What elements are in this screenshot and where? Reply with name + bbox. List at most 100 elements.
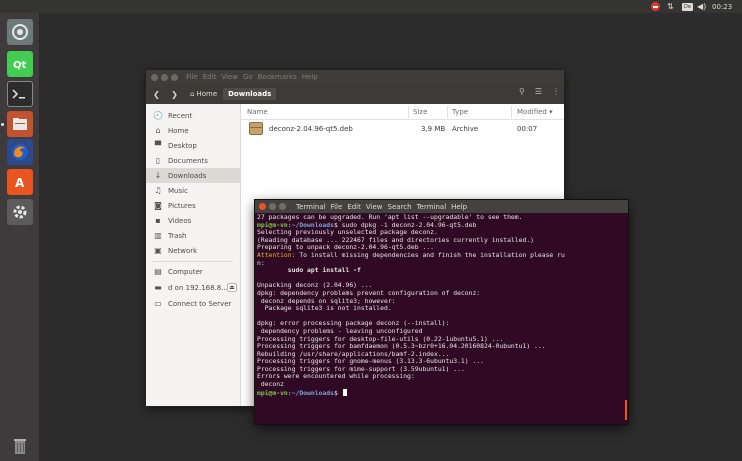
column-header-size[interactable]: Size [413,108,427,116]
column-header-modified[interactable]: Modified ▾ [517,108,553,116]
document-icon: ▯ [155,156,161,165]
terminal-output[interactable]: 27 packages can be upgraded. Run 'apt li… [257,214,626,423]
sidebar-item-downloads[interactable]: ↓ Downloads [146,168,240,183]
software-center-launcher-icon[interactable]: A [7,169,33,195]
files-titlebar[interactable]: File Edit View Go Bookmarks Help [146,70,564,84]
column-header-name[interactable]: Name [247,108,268,116]
volume-icon[interactable]: ◀) [697,1,706,12]
menu-file[interactable]: File [331,203,343,211]
minimize-button[interactable] [269,203,276,210]
toolbar-actions: ⚲ ☰ ⋮ [519,87,560,96]
clock[interactable]: 00:23 [712,1,732,12]
qt-creator-launcher-icon[interactable]: Qt [7,51,33,77]
menu-view[interactable]: View [366,203,383,211]
menu-edit[interactable]: Edit [203,73,217,81]
path-button-downloads[interactable]: Downloads [223,88,277,100]
file-name: deconz-2.04.96-qt5.deb [269,125,353,133]
terminal-scrollbar[interactable] [625,400,627,420]
column-headers: Name Size Type Modified ▾ [241,104,564,120]
sidebar-item-network[interactable]: ▣ Network [146,243,240,258]
terminal-launcher-icon[interactable] [7,81,33,107]
top-panel: ⇅ De ◀) 00:23 [0,0,742,13]
menu-bookmarks[interactable]: Bookmarks [258,73,297,81]
menu-terminal[interactable]: Terminal [417,203,447,211]
menu-view[interactable]: View [221,73,238,81]
trash-icon: ▥ [154,231,162,240]
sidebar-item-music[interactable]: ♫ Music [146,183,240,198]
video-icon: ▪ [155,216,161,225]
menu-help[interactable]: Help [451,203,467,211]
close-button[interactable] [259,203,266,210]
home-icon: ⌂ [190,90,195,98]
error-indicator-icon[interactable] [651,1,660,12]
sidebar-item-computer[interactable]: ▤ Computer [146,264,240,279]
terminal-line: Package sqlite3 is not installed. [257,304,392,313]
drive-icon: ▬ [154,283,162,292]
sidebar-item-trash[interactable]: ▥ Trash [146,228,240,243]
network-icon: ▣ [154,246,162,255]
sidebar-item-desktop[interactable]: ▀ Desktop [146,138,240,153]
maximize-button[interactable] [171,73,178,81]
launcher: Qt A [0,13,40,461]
maximize-button[interactable] [279,203,286,210]
tools-launcher-icon[interactable] [7,199,33,225]
sidebar-item-home[interactable]: ⌂ Home [146,123,240,138]
keyboard-layout-indicator[interactable]: De [682,1,693,12]
sidebar-item-recent[interactable]: 🕘 Recent [146,108,240,123]
music-icon: ♫ [154,186,162,195]
path-button-home[interactable]: ⌂ Home [190,90,217,98]
computer-icon: ▤ [154,267,162,276]
package-icon [249,122,263,135]
column-header-type[interactable]: Type [452,108,468,116]
terminal-app-title: Terminal [296,202,326,211]
svg-text:Qt: Qt [13,60,27,71]
forward-arrow-icon[interactable]: ❯ [167,90,182,99]
camera-icon: ◙ [154,201,162,210]
files-menubar: File Edit View Go Bookmarks Help [186,73,318,81]
column-divider [511,106,512,118]
minimize-button[interactable] [161,73,168,81]
terminal-line: deconz [257,380,284,389]
terminal-fix-command: sudo apt install -f [257,266,361,275]
clock-icon: 🕘 [153,111,163,120]
file-size: 3,9 MB [421,125,446,133]
close-button[interactable] [151,73,158,81]
file-type: Archive [452,125,479,133]
files-launcher-icon[interactable] [7,111,33,137]
list-view-icon[interactable]: ☰ [535,87,542,96]
files-toolbar: ❮ ❯ ⌂ Home Downloads ⚲ ☰ ⋮ [146,84,564,104]
terminal-menubar: Terminal File Edit View Search Terminal … [296,203,467,211]
sidebar-item-connect-to-server[interactable]: ▭ Connect to Server [146,296,240,311]
network-icon[interactable]: ⇅ [667,1,674,12]
menu-file[interactable]: File [186,73,198,81]
running-app-indicator [1,123,4,126]
menu-edit[interactable]: Edit [347,203,361,211]
files-sidebar: 🕘 Recent ⌂ Home ▀ Desktop ▯ Documents ↓ Downl… [146,104,241,406]
terminal-window[interactable]: Terminal File Edit View Search Terminal … [255,200,628,424]
desktop-icon: ▀ [154,141,162,150]
home-icon: ⌂ [155,126,161,135]
server-icon: ▭ [154,299,162,308]
file-modified: 00:07 [517,125,538,133]
sidebar-divider [153,261,233,262]
sidebar-item-documents[interactable]: ▯ Documents [146,153,240,168]
system-settings-launcher-icon[interactable] [7,19,33,45]
menu-help[interactable]: Help [302,73,318,81]
menu-go[interactable]: Go [243,73,253,81]
sidebar-item-pictures[interactable]: ◙ Pictures [146,198,240,213]
search-icon[interactable]: ⚲ [519,87,525,96]
sidebar-item-videos[interactable]: ▪ Videos [146,213,240,228]
file-row[interactable]: deconz-2.04.96-qt5.deb 3,9 MB Archive 00… [241,121,564,137]
text-cursor [342,388,347,396]
menu-icon[interactable]: ⋮ [552,87,560,96]
back-arrow-icon[interactable]: ❮ [149,90,164,99]
terminal-attention-line: Attention: To install missing dependenci… [257,250,565,259]
eject-icon[interactable]: ⏏ [227,283,237,292]
sidebar-item-network-share[interactable]: ▬ d on 192.168.8... ⏏ [146,280,240,295]
firefox-launcher-icon[interactable] [7,139,33,165]
svg-text:A: A [15,176,25,190]
trash-launcher-icon[interactable] [7,433,33,459]
column-divider [408,106,409,118]
menu-search[interactable]: Search [388,203,412,211]
terminal-titlebar[interactable]: Terminal File Edit View Search Terminal … [255,200,628,213]
